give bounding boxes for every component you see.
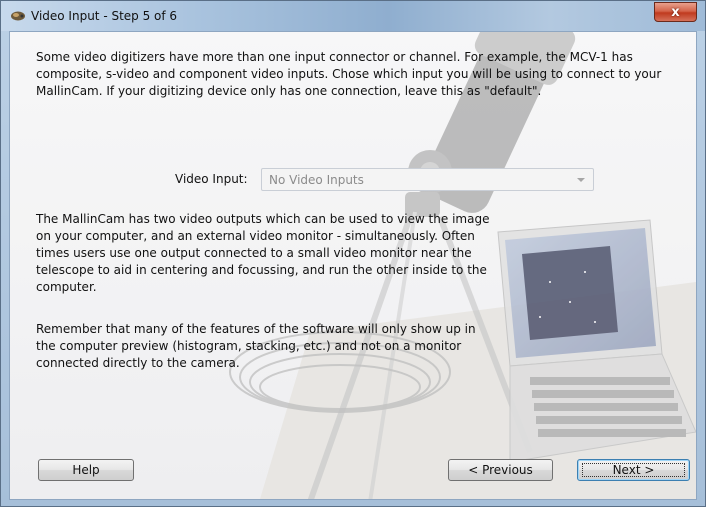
help-button-label: Help xyxy=(72,463,100,477)
wizard-window: Video Input - Step 5 of 6 x Some video d… xyxy=(0,0,706,507)
close-icon: x xyxy=(671,4,680,20)
previous-button-label: < Previous xyxy=(468,463,533,477)
video-input-label: Video Input: xyxy=(175,172,248,186)
window-title: Video Input - Step 5 of 6 xyxy=(31,9,178,23)
previous-button[interactable]: < Previous xyxy=(448,459,553,481)
next-button[interactable]: Next > xyxy=(577,459,690,481)
chevron-down-icon xyxy=(577,178,585,182)
outputs-paragraph: The MallinCam has two video outputs whic… xyxy=(36,212,490,294)
app-window-icon xyxy=(11,11,25,21)
remember-paragraph: Remember that many of the features of th… xyxy=(36,322,476,370)
intro-text: Some video digitizers have more than one… xyxy=(36,50,662,98)
title-bar[interactable]: Video Input - Step 5 of 6 x xyxy=(1,1,705,31)
video-input-value: No Video Inputs xyxy=(269,173,364,187)
video-input-select[interactable]: No Video Inputs xyxy=(261,168,594,191)
close-button[interactable]: x xyxy=(654,2,697,22)
focus-rectangle xyxy=(582,463,685,477)
help-button[interactable]: Help xyxy=(38,459,134,481)
dialog-client-area: Some video digitizers have more than one… xyxy=(9,31,697,500)
